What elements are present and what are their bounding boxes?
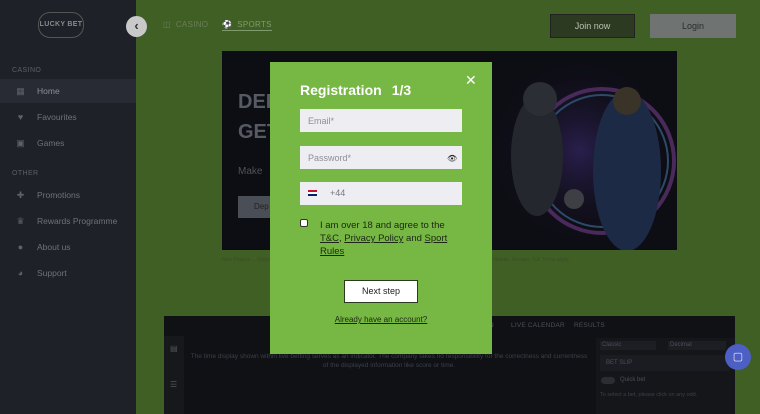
terms-link[interactable]: T&C [320, 233, 339, 244]
nav-casino-label: CASINO [175, 20, 209, 29]
support-icon: ◕ [17, 267, 24, 278]
quick-bet-label: Quick bet [620, 377, 646, 383]
back-button[interactable]: ‹ [126, 16, 147, 37]
already-have-account-link[interactable]: Already have an account? [270, 315, 492, 324]
nav-sports[interactable]: ⚽ SPORTS [222, 20, 272, 31]
password-field[interactable] [300, 146, 462, 169]
registration-modal: Registration 1/3 ✕ 👁 +44 I am over 18 and… [270, 62, 492, 354]
odds-type-select[interactable]: Decimal [668, 341, 726, 350]
sidebar-item-label: Support [37, 268, 67, 278]
home-grid-icon: ▦ [16, 85, 25, 96]
eye-icon[interactable]: 👁 [447, 154, 457, 163]
sidebar-item-label: Rewards Programme [37, 216, 118, 226]
bet-slip-title[interactable]: BET SLIP [600, 355, 730, 371]
sidebar-item-label: Favourites [37, 112, 77, 122]
sidebar-item-about[interactable]: ● About us [0, 235, 136, 259]
tab-results[interactable]: RESULTS [574, 322, 605, 329]
games-icon: ▣ [16, 137, 25, 148]
sidebar-item-home[interactable]: ▦ Home [0, 79, 136, 103]
gift-icon: ✚ [16, 189, 25, 200]
email-field[interactable] [300, 109, 462, 132]
trophy-icon: ♛ [16, 215, 25, 226]
sidebar-item-label: Promotions [37, 190, 80, 200]
sidebar-item-promotions[interactable]: ✚ Promotions [0, 183, 136, 207]
nav-sports-label: SPORTS [237, 20, 272, 29]
uk-flag-icon[interactable] [308, 190, 317, 196]
phone-prefix: +44 [330, 188, 346, 198]
menu-icon[interactable]: ☰ [170, 380, 177, 389]
phone-field[interactable]: +44 [300, 182, 462, 205]
info-icon: ● [17, 241, 24, 252]
sidebar: LUCKY BET CASINO ▦ Home ♥ Favourites ▣ G… [0, 0, 136, 414]
nav-casino[interactable]: ◫ CASINO [163, 20, 208, 29]
sidebar-item-label: About us [37, 242, 71, 252]
banner-subtitle: Make [238, 166, 263, 177]
casino-icon: ◫ [163, 20, 171, 29]
sidebar-item-games[interactable]: ▣ Games [0, 131, 136, 155]
odds-format-select[interactable]: Classic [600, 341, 656, 350]
login-button[interactable]: Login [650, 14, 736, 38]
modal-title-text: Registration [300, 82, 382, 98]
modal-title: Registration 1/3 [300, 82, 411, 98]
join-now-button[interactable]: Join now [550, 14, 635, 38]
agree-prefix: I am over 18 and agree to the [320, 220, 445, 231]
live-chat-button[interactable]: ▢ [725, 344, 751, 370]
tab-live-calendar[interactable]: LIVE CALENDAR [511, 322, 565, 329]
privacy-policy-link[interactable]: Privacy Policy [344, 233, 403, 244]
calendar-icon[interactable]: ▤ [170, 344, 178, 353]
agree-and: and [403, 233, 425, 244]
agree-text: I am over 18 and agree to the T&C, Priva… [320, 219, 465, 258]
next-step-button[interactable]: Next step [344, 280, 418, 303]
sidebar-item-label: Home [37, 86, 60, 96]
heart-icon: ♥ [17, 111, 24, 122]
sidebar-item-rewards[interactable]: ♛ Rewards Programme [0, 209, 136, 233]
bet-slip-hint: To select a bet, please click on any odd… [600, 392, 698, 398]
close-icon[interactable]: ✕ [465, 73, 477, 87]
sidebar-item-favourites[interactable]: ♥ Favourites [0, 105, 136, 129]
sidebar-item-support[interactable]: ◕ Support [0, 261, 136, 285]
chat-icon: ▢ [732, 351, 744, 363]
modal-step: 1/3 [391, 82, 412, 98]
sidebar-section-other: OTHER [12, 170, 39, 177]
sidebar-item-label: Games [37, 138, 65, 148]
quick-bet-toggle[interactable] [601, 377, 615, 384]
sidebar-section-casino: CASINO [12, 67, 42, 74]
sports-ball-icon: ⚽ [222, 20, 233, 29]
live-betting-notice: The time display shown within live betti… [190, 353, 588, 369]
logo[interactable]: LUCKY BET [38, 12, 84, 38]
age-terms-checkbox[interactable] [300, 219, 308, 227]
chevron-left-icon: ‹ [134, 18, 139, 33]
